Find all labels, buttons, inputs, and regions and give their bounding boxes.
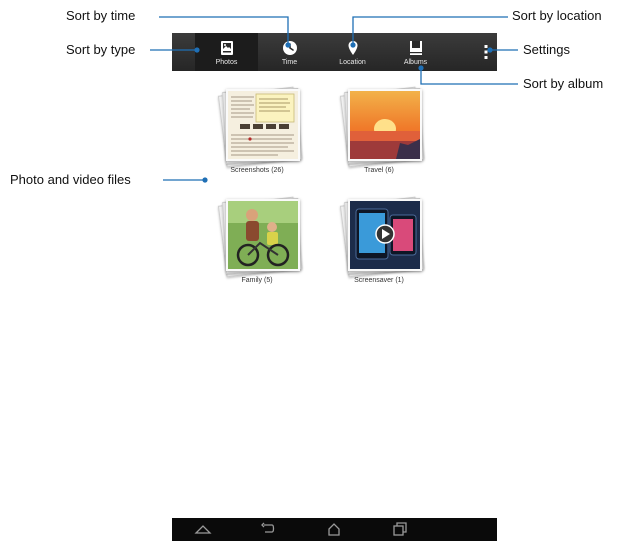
callout-sort-by-location: Sort by location — [512, 8, 602, 23]
callout-settings: Settings — [523, 42, 570, 57]
callout-sort-by-type: Sort by type — [66, 42, 136, 57]
callout-sort-by-album: Sort by album — [523, 76, 604, 91]
callout-sort-by-time: Sort by time — [66, 8, 136, 23]
callout-photo-video-files: Photo and video files — [10, 172, 131, 187]
